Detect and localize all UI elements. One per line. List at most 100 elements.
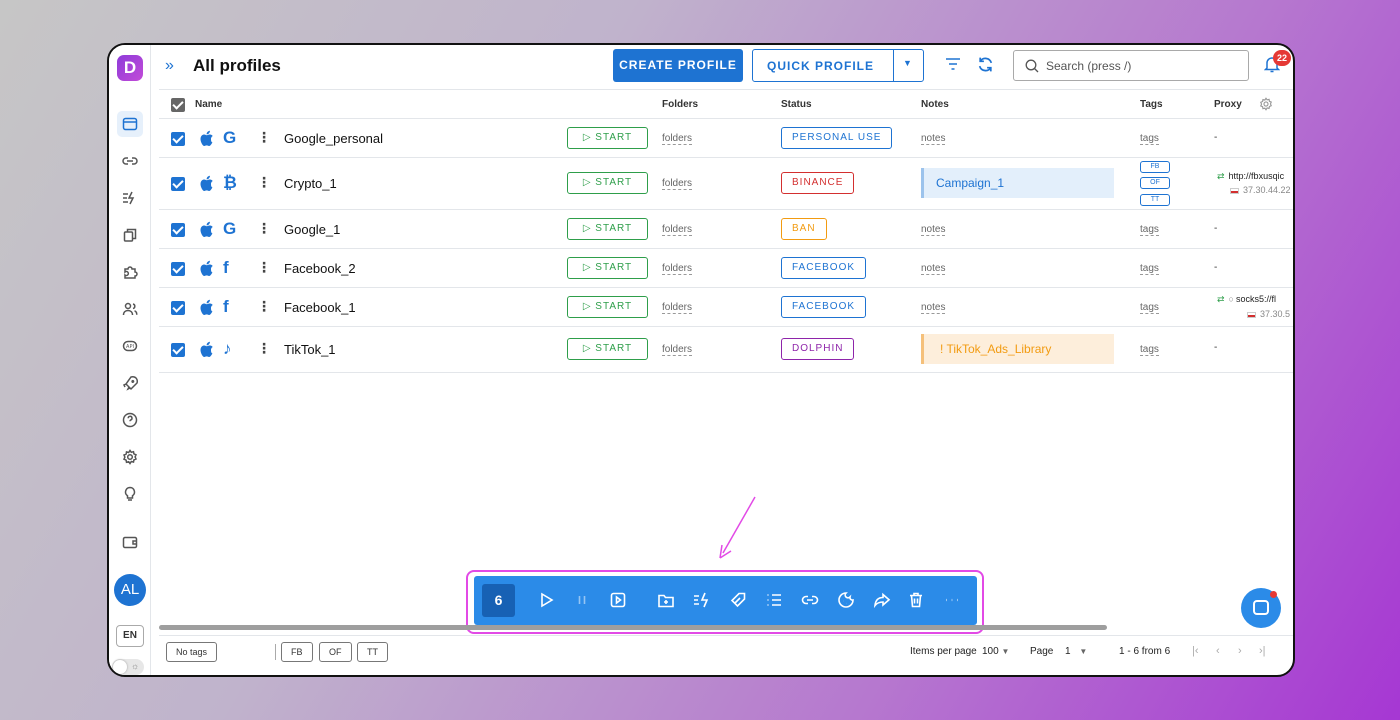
start-button[interactable]: ▷ START [567,338,648,360]
prev-page-icon[interactable]: ‹ [1216,645,1220,657]
page-select[interactable]: 1 ▼ [1065,646,1087,657]
status-badge[interactable]: BAN [781,218,827,240]
pause-icon[interactable] [572,590,592,610]
chat-support-button[interactable] [1241,588,1281,628]
status-badge[interactable]: FACEBOOK [781,257,867,279]
quick-profile-button[interactable]: QUICK PROFILE ▼ [752,49,924,82]
tag-icon[interactable] [728,590,748,610]
tags-link[interactable]: tags [1140,133,1159,145]
status-badge[interactable]: DOLPHIN [781,338,855,360]
settings-gear-icon[interactable] [117,444,143,470]
more-icon[interactable] [942,590,962,610]
row-checkbox[interactable] [171,223,185,237]
column-proxy[interactable]: Proxy [1214,99,1242,110]
tags-link[interactable]: tags [1140,224,1159,236]
tag-filter-fb[interactable]: FB [281,642,313,662]
first-page-icon[interactable]: |‹ [1192,645,1199,657]
start-button[interactable]: ▷ START [567,218,648,240]
tags-link[interactable]: tags [1140,263,1159,275]
share-icon[interactable] [872,590,892,610]
notes-box[interactable]: Campaign_1 [921,168,1114,198]
list-icon[interactable] [764,590,784,610]
notes-link[interactable]: notes [921,224,946,236]
refresh-icon[interactable] [977,56,994,73]
row-menu-icon[interactable]: ⋮ [257,259,271,276]
column-name[interactable]: Name [195,99,222,110]
row-menu-icon[interactable]: ⋮ [257,298,271,315]
tag-filter-no-tags[interactable]: No tags [166,642,218,662]
automation-icon[interactable] [117,185,143,211]
tags-link[interactable]: tags [1140,302,1159,314]
tag-filter-tt[interactable]: TT [357,642,388,662]
notes-link[interactable]: notes [921,263,946,275]
api-icon[interactable]: API [117,333,143,359]
search-input[interactable]: Search (press /) [1013,50,1249,81]
row-checkbox[interactable] [171,177,185,191]
row-menu-icon[interactable]: ⋮ [257,129,271,146]
video-icon[interactable] [608,590,628,610]
row-checkbox[interactable] [171,132,185,146]
link-icon[interactable] [117,148,143,174]
rocket-icon[interactable] [117,370,143,396]
theme-toggle[interactable]: ☼ [112,659,144,675]
start-button[interactable]: ▷ START [567,296,648,318]
help-icon[interactable] [117,407,143,433]
extension-puzzle-icon[interactable] [117,259,143,285]
status-badge[interactable]: PERSONAL USE [781,127,893,149]
horizontal-scrollbar[interactable] [159,625,1107,630]
folders-link[interactable]: folders [662,133,693,145]
row-menu-icon[interactable]: ⋮ [257,174,271,191]
create-profile-button[interactable]: CREATE PROFILE [613,49,743,82]
expand-sidebar-icon[interactable]: » [165,57,174,75]
row-menu-icon[interactable]: ⋮ [257,220,271,237]
start-button[interactable]: ▷ START [567,172,648,194]
table-row[interactable]: G ⋮ Google_1 ▷ START folders BAN notes t… [159,210,1293,249]
automation-icon[interactable] [692,590,712,610]
browser-window-icon[interactable] [117,111,143,137]
tag-chip[interactable]: TT [1140,194,1170,206]
profile-name[interactable]: Crypto_1 [284,176,337,191]
profile-name[interactable]: Facebook_2 [284,261,356,276]
items-per-page-select[interactable]: 100 ▼ [982,646,1009,657]
avatar[interactable]: AL [114,574,146,606]
proxy-value[interactable]: - [1214,262,1217,273]
profile-name[interactable]: Google_personal [284,131,383,146]
folders-link[interactable]: folders [662,224,693,236]
row-menu-icon[interactable]: ⋮ [257,340,271,357]
proxy-url[interactable]: ⇄ ○ socks5://fl [1217,294,1276,305]
column-settings-icon[interactable] [1259,97,1273,111]
column-notes[interactable]: Notes [921,99,949,110]
link-icon[interactable] [800,590,820,610]
status-badge[interactable]: BINANCE [781,172,855,194]
notes-link[interactable]: notes [921,133,946,145]
table-row[interactable]: f ⋮ Facebook_2 ▷ START folders FACEBOOK … [159,249,1293,288]
row-checkbox[interactable] [171,343,185,357]
lightbulb-icon[interactable] [117,481,143,507]
trash-icon[interactable] [906,590,926,610]
proxy-value[interactable]: - [1214,342,1217,353]
status-badge[interactable]: FACEBOOK [781,296,867,318]
app-logo[interactable]: D [117,55,143,81]
select-all-checkbox[interactable] [171,98,185,112]
wallet-icon[interactable] [117,529,143,555]
play-icon[interactable] [536,590,556,610]
team-users-icon[interactable] [117,296,143,322]
tag-chip[interactable]: OF [1140,177,1170,189]
last-page-icon[interactable]: ›| [1259,645,1266,657]
table-row[interactable]: ♪ ⋮ TikTok_1 ▷ START folders DOLPHIN ! T… [159,327,1293,373]
chevron-down-icon[interactable]: ▼ [903,58,913,68]
column-status[interactable]: Status [781,99,812,110]
cookie-icon[interactable] [836,590,856,610]
proxy-value[interactable]: - [1214,223,1217,234]
notes-box[interactable]: ! TikTok_Ads_Library [921,334,1114,364]
next-page-icon[interactable]: › [1238,645,1242,657]
table-row[interactable]: G ⋮ Google_personal ▷ START folders PERS… [159,119,1293,158]
folders-link[interactable]: folders [662,263,693,275]
folders-link[interactable]: folders [662,344,693,356]
row-checkbox[interactable] [171,262,185,276]
start-button[interactable]: ▷ START [567,257,648,279]
proxy-value[interactable]: - [1214,132,1217,143]
profile-name[interactable]: Facebook_1 [284,300,356,315]
tag-chip[interactable]: FB [1140,161,1170,173]
row-checkbox[interactable] [171,301,185,315]
